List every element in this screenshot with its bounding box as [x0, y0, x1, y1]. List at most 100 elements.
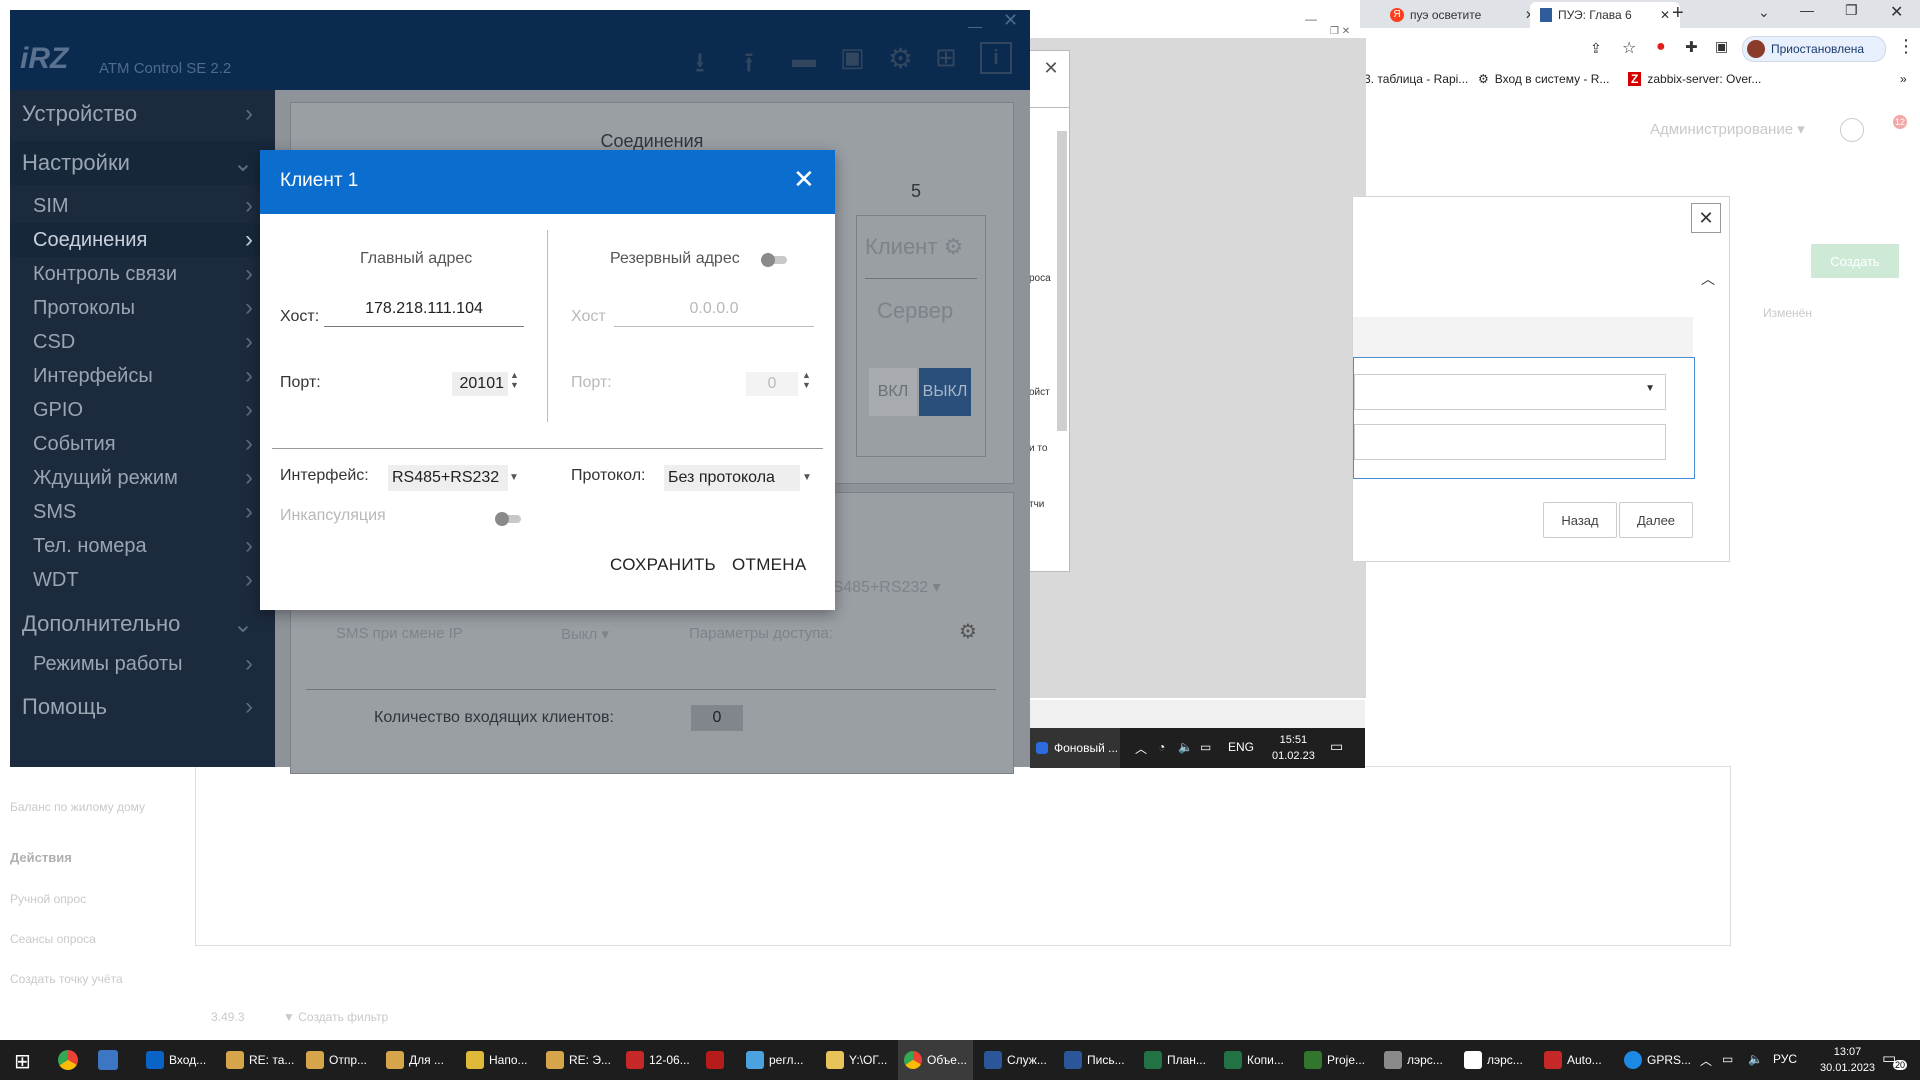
info-icon[interactable]: i [980, 42, 1012, 74]
sidebar-item-settings[interactable]: Настройки ⌄ [10, 141, 275, 185]
minimize-icon[interactable]: — [1800, 2, 1814, 18]
download-icon[interactable]: ⭳ [695, 42, 705, 90]
sidebar-item-work-modes[interactable]: Режимы работы › [10, 647, 275, 681]
save-icon[interactable]: ▣ [840, 42, 865, 73]
bookmark-item[interactable]: ⚙ Вход в систему - R... [1478, 72, 1609, 86]
sidebar-item-wdt[interactable]: WDT › [10, 563, 275, 597]
taskbar-item[interactable]: Для ... [380, 1040, 450, 1080]
chevron-down-icon[interactable]: ▼ [509, 472, 519, 483]
close-icon[interactable]: ✕ [793, 164, 815, 195]
wizard-input[interactable] [1354, 424, 1666, 460]
reserve-toggle[interactable] [761, 253, 787, 267]
minimize-icon[interactable]: — [1305, 12, 1317, 26]
taskbar-item[interactable]: Вход... [140, 1040, 212, 1080]
battery-icon[interactable]: ▭ [1200, 740, 1211, 754]
star-icon[interactable]: ☆ [1622, 38, 1636, 58]
browser-tab[interactable]: Я пуэ осветите ✕ [1380, 2, 1545, 28]
minimize-icon[interactable]: — [968, 18, 982, 34]
share-icon[interactable]: ⇪ [1590, 40, 1602, 57]
reserve-host-input[interactable]: 0.0.0.0 [614, 300, 814, 327]
menu-dots-icon[interactable]: ⋮ [1897, 36, 1915, 57]
restore-icon[interactable]: ❐ ✕ [1330, 26, 1350, 37]
protocol-select[interactable]: Без протокола [664, 465, 800, 491]
sidebar-item-phone-numbers[interactable]: Тел. номера › [10, 529, 275, 563]
taskbar-item[interactable]: RE: та... [220, 1040, 300, 1080]
upload-icon[interactable]: ⭱ [744, 42, 754, 90]
interface-select[interactable]: RS485+RS232 [388, 465, 508, 491]
taskbar-item[interactable]: План... [1138, 1040, 1212, 1080]
taskbar-item[interactable]: лэрс... [1458, 1040, 1529, 1080]
create-button[interactable]: Создать [1811, 244, 1899, 278]
profile-paused-badge[interactable]: Приостановлена [1742, 36, 1886, 62]
puzzle-icon[interactable]: ✚ [1685, 38, 1698, 56]
volume-icon[interactable]: 🔈 [1748, 1052, 1763, 1066]
wizard-select[interactable]: ▼ [1354, 374, 1666, 410]
taskbar-item[interactable]: регл... [740, 1040, 809, 1080]
taskbar-item[interactable]: Пись... [1058, 1040, 1131, 1080]
extension-red-icon[interactable]: ● [1656, 38, 1666, 56]
sidebar-item-protocols[interactable]: Протоколы › [10, 291, 275, 325]
close-icon[interactable]: ✕ [1036, 52, 1066, 84]
chevron-up-icon[interactable]: ︿ [1700, 1052, 1712, 1069]
taskbar-item[interactable]: GPRS... [1618, 1040, 1697, 1080]
reserve-port-input[interactable]: 0 [746, 372, 798, 396]
incoming-clients-value[interactable]: 0 [691, 705, 743, 731]
taskbar-item[interactable]: Копи... [1218, 1040, 1290, 1080]
host-input[interactable]: 178.218.111.104 [324, 300, 524, 327]
close-icon[interactable]: ✕ [1691, 203, 1721, 233]
gear-icon[interactable]: ⚙ [959, 619, 977, 644]
taskbar-item[interactable]: Отпр... [300, 1040, 373, 1080]
sidebar-item-gpio[interactable]: GPIO › [10, 393, 275, 427]
sidebar-item-connections[interactable]: Соединения › [10, 223, 275, 257]
volume-icon[interactable]: 🔈 [1178, 740, 1193, 754]
notification-icon[interactable]: ▭ [1330, 738, 1343, 755]
bookmark-item[interactable]: 3. таблица - Rapi... [1364, 72, 1468, 86]
sidebar-item-interfaces[interactable]: Интерфейсы › [10, 359, 275, 393]
next-button[interactable]: Далее [1619, 502, 1693, 538]
admin-menu[interactable]: Администрирование ▾ [1650, 120, 1805, 138]
action-item[interactable]: Создать точку учёта [10, 972, 123, 986]
back-button[interactable]: Назад [1543, 502, 1617, 538]
sidebar-item-link-control[interactable]: Контроль связи › [10, 257, 275, 291]
taskbar-item[interactable]: Y:\ОГ... [820, 1040, 893, 1080]
action-item[interactable]: Сеансы опроса [10, 932, 96, 946]
taskbar-item[interactable]: Объе... [898, 1040, 973, 1080]
taskbar-item[interactable]: Напо... [460, 1040, 534, 1080]
stepper-icon[interactable]: ▲ ▼ [802, 370, 811, 390]
taskbar-item[interactable]: RE: Э... [540, 1040, 617, 1080]
folder-icon[interactable]: ▬ [792, 46, 816, 74]
close-window-icon[interactable]: ✕ [1890, 2, 1903, 22]
taskbar-item[interactable]: Proje... [1298, 1040, 1371, 1080]
chrome-icon[interactable] [58, 1050, 78, 1070]
gear-icon[interactable]: ⚙ [944, 234, 964, 259]
network-icon[interactable]: ▭ [1722, 1052, 1733, 1066]
windows-icon[interactable]: ⊞ [935, 42, 957, 73]
sidebar-item-events[interactable]: События › [10, 427, 275, 461]
new-tab-icon[interactable]: + [1672, 2, 1684, 25]
wifi-icon[interactable]: ◔ [1158, 740, 1165, 754]
sidebar-icon[interactable]: ▣ [1715, 38, 1728, 55]
taskbar-item[interactable]: 12-06... [620, 1040, 696, 1080]
sidebar-item-standby[interactable]: Ждущий режим › [10, 461, 275, 495]
left-item[interactable]: Баланс по жилому дому [10, 800, 145, 814]
language-indicator[interactable]: ENG [1228, 740, 1254, 754]
iface-value[interactable]: RS485+RS232 ▾ [821, 577, 941, 597]
sidebar-item-device[interactable]: Устройство › [10, 92, 275, 136]
on-button[interactable]: ВКЛ [869, 368, 917, 416]
windows-start-icon[interactable]: ⊞ [14, 1049, 31, 1074]
sidebar-item-csd[interactable]: CSD › [10, 325, 275, 359]
cancel-button[interactable]: ОТМЕНА [732, 555, 807, 575]
sidebar-item-help[interactable]: Помощь › [10, 685, 275, 729]
taskbar-item[interactable]: лэрс... [1378, 1040, 1449, 1080]
app-icon[interactable] [98, 1050, 118, 1070]
restore-icon[interactable]: ❐ [1845, 2, 1858, 19]
chevron-right-icon[interactable]: » [1900, 72, 1907, 86]
taskbar-item[interactable]: Служ... [978, 1040, 1053, 1080]
port-input[interactable]: 20101 [452, 372, 508, 396]
gear-icon[interactable]: ⚙ [888, 42, 913, 75]
sms-ip-select[interactable]: Выкл ▾ [561, 625, 609, 643]
browser-tab[interactable]: ПУЭ: Глава 6 ✕ [1530, 2, 1680, 28]
taskbar-item[interactable]: Auto... [1538, 1040, 1608, 1080]
chevron-down-icon[interactable]: ▼ [802, 472, 812, 483]
taskbar-app[interactable]: Фоновый ... [1030, 728, 1120, 768]
